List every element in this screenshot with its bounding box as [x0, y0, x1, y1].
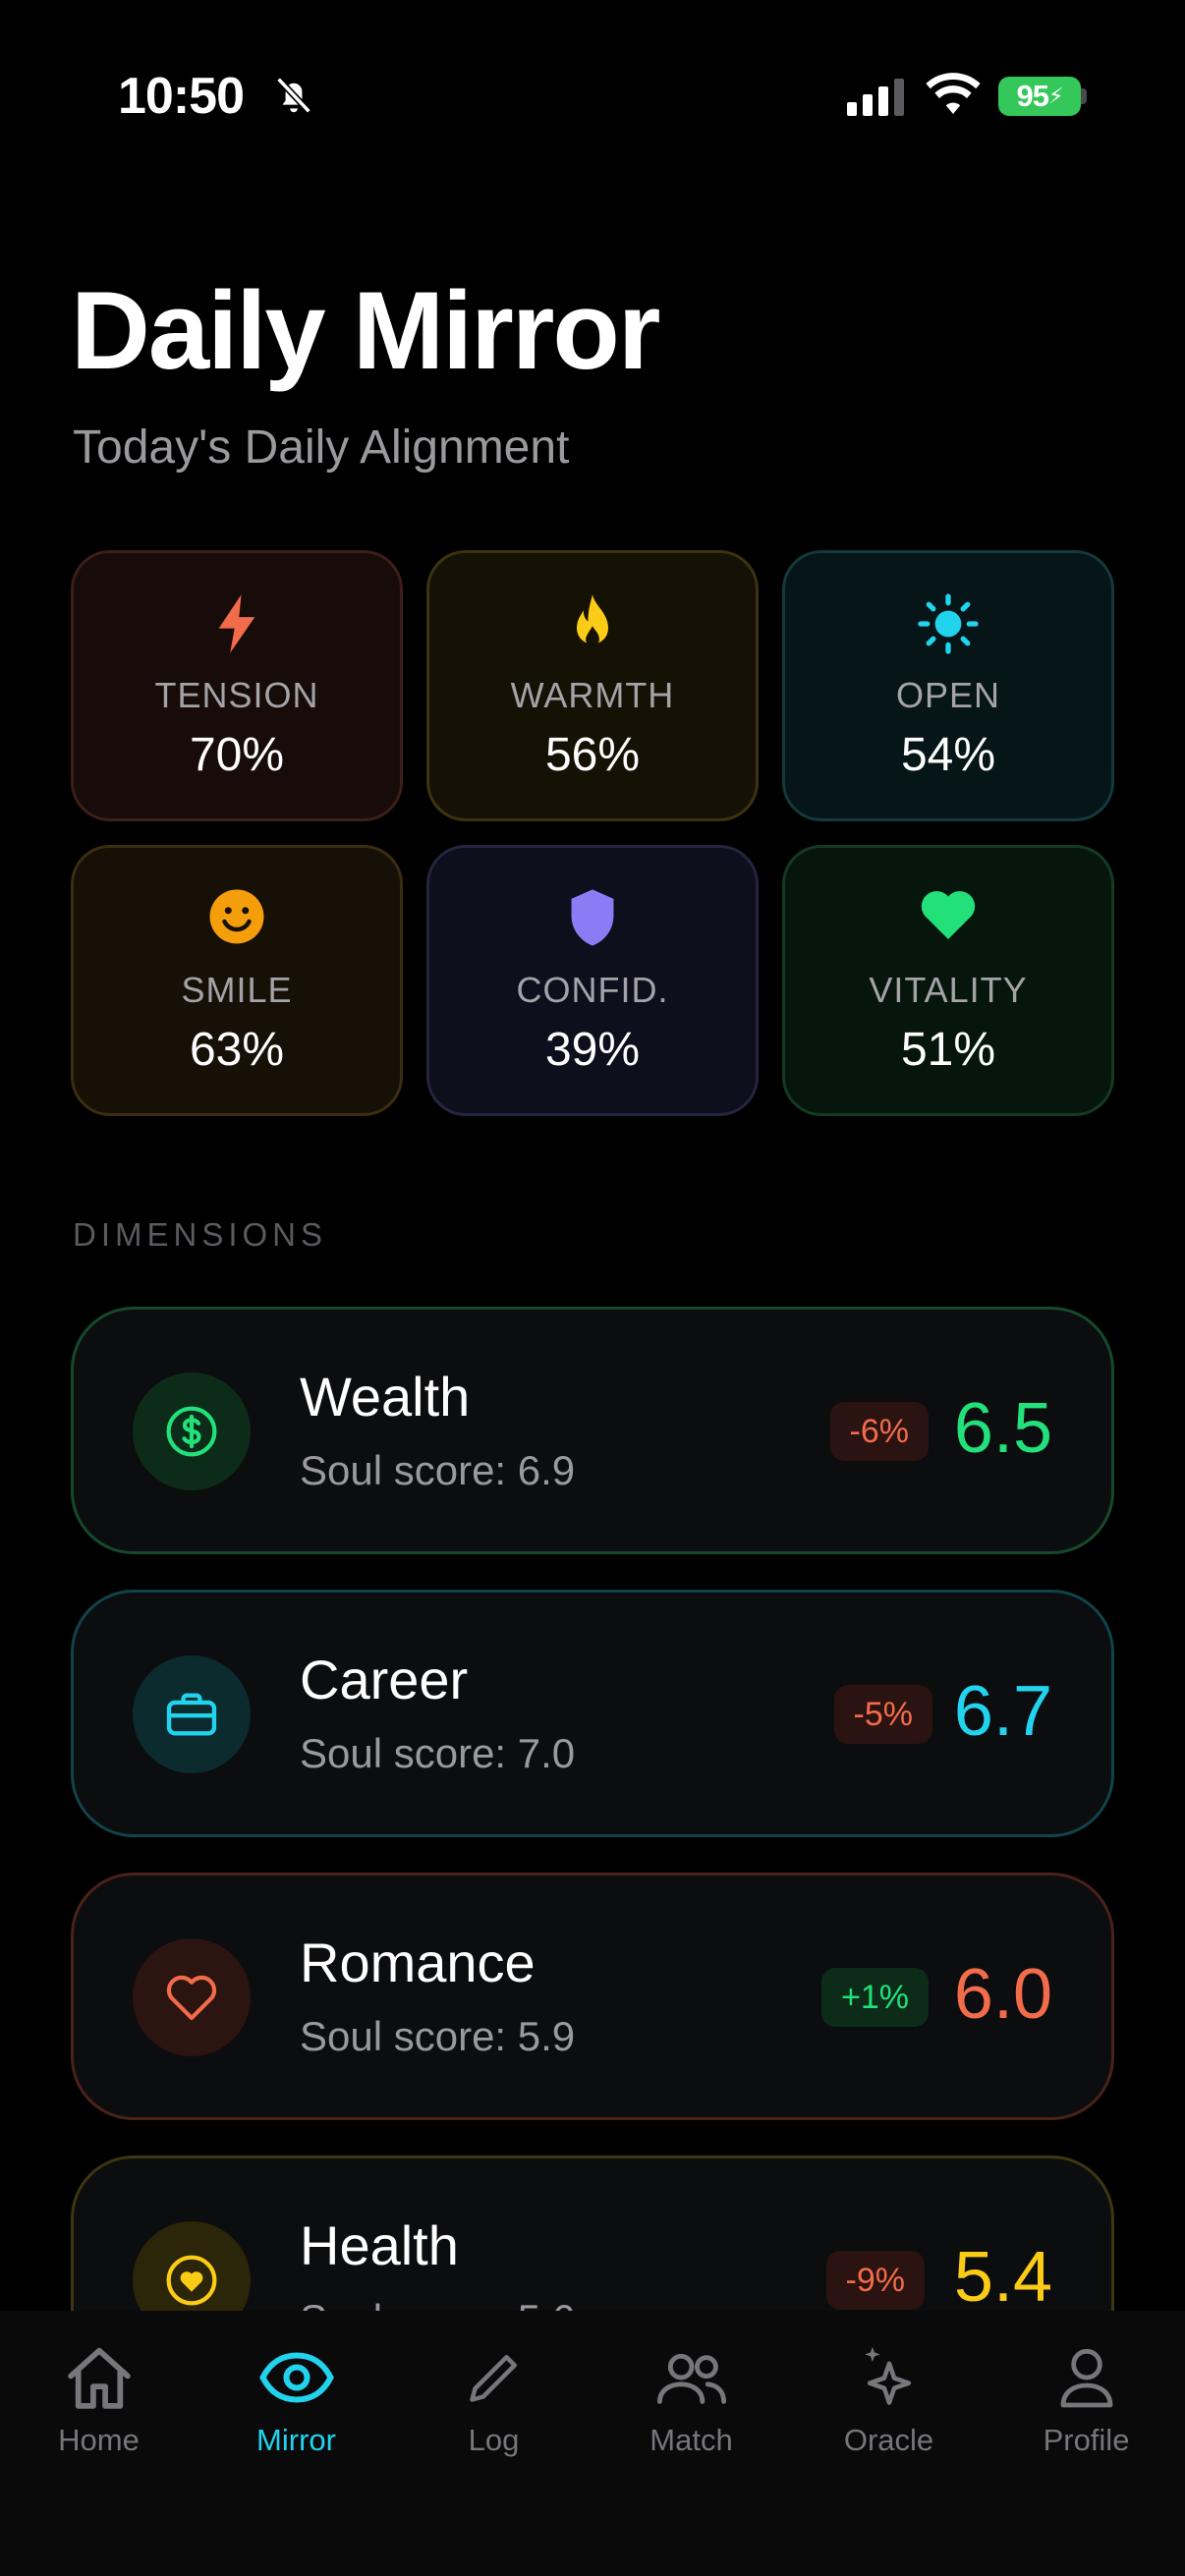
smiley-icon [209, 889, 264, 944]
person-icon [1060, 2348, 1112, 2408]
tab-log[interactable]: Log [395, 2338, 592, 2458]
tab-bar: Home Mirror Log Match Oracle Profile [0, 2311, 1185, 2576]
home-icon [67, 2347, 131, 2409]
heart-outline-icon [166, 1975, 217, 2021]
dimensions-list[interactable]: Wealth Soul score: 6.9 -6% 6.5 Career So… [0, 1297, 1185, 2311]
dimension-soul-score: Soul score: 5.9 [300, 2013, 576, 2059]
shield-icon [571, 889, 614, 946]
dimension-soul-score: Soul score: 7.0 [300, 1730, 576, 1776]
tab-label: Log [468, 2423, 520, 2457]
dimension-score: 5.4 [953, 2238, 1052, 2311]
status-time: 10:50 [118, 68, 245, 125]
briefcase-icon [166, 1693, 217, 1736]
metric-label: VITALITY [869, 970, 1028, 1010]
metric-confidence[interactable]: CONFID. 39% [426, 845, 759, 1116]
metric-smile[interactable]: SMILE 63% [71, 845, 403, 1116]
tab-profile[interactable]: Profile [988, 2338, 1185, 2458]
cellular-signal-icon [847, 79, 904, 116]
sparkle-icon [864, 2346, 911, 2405]
page-title: Daily Mirror [71, 269, 660, 392]
dollar-icon [166, 1406, 217, 1457]
sun-icon [918, 593, 979, 654]
tab-home[interactable]: Home [0, 2338, 198, 2458]
dimension-card-romance[interactable]: Romance Soul score: 5.9 +1% 6.0 [71, 1873, 1114, 2120]
charging-bolt-icon: ⚡ [1048, 84, 1063, 108]
metric-value: 39% [544, 1024, 641, 1076]
metric-label: SMILE [181, 970, 293, 1010]
dimension-score: 6.0 [953, 1955, 1052, 2034]
bell-muted-icon [276, 77, 311, 114]
battery-indicator: 95 ⚡ [998, 77, 1081, 116]
dimension-score: 6.7 [953, 1672, 1052, 1751]
metric-label: WARMTH [510, 675, 675, 715]
battery-cap [1081, 88, 1087, 104]
metric-value: 56% [544, 729, 641, 781]
page-subtitle: Today's Daily Alignment [73, 421, 570, 474]
tab-label: Home [58, 2423, 140, 2457]
metric-label: OPEN [895, 675, 1001, 715]
dimension-change-badge: -6% [829, 1402, 929, 1461]
metric-label: CONFID. [516, 970, 669, 1010]
tab-label: Mirror [256, 2423, 336, 2457]
users-icon [656, 2353, 726, 2404]
metric-value: 70% [189, 729, 285, 781]
flame-icon [577, 594, 608, 646]
metric-warmth[interactable]: WARMTH 56% [426, 550, 759, 821]
dimension-change-badge: -9% [825, 2251, 925, 2310]
dimension-name: Romance [300, 1932, 536, 1993]
dimension-card-wealth[interactable]: Wealth Soul score: 6.9 -6% 6.5 [71, 1307, 1114, 1554]
metric-open[interactable]: OPEN 54% [782, 550, 1114, 821]
metric-tension[interactable]: TENSION 70% [71, 550, 403, 821]
tab-mirror[interactable]: Mirror [198, 2338, 395, 2458]
metric-value: 63% [189, 1024, 285, 1076]
section-label-dimensions: DIMENSIONS [73, 1216, 328, 1253]
wifi-icon [926, 73, 981, 114]
dimension-card-health[interactable]: Health Soul score: 5.6 -9% 5.4 [71, 2156, 1114, 2311]
tab-oracle[interactable]: Oracle [790, 2338, 988, 2458]
metrics-grid: TENSION 70% WARMTH 56% OPEN 54% SMILE 63… [71, 550, 1114, 1118]
dimension-name: Career [300, 1649, 469, 1710]
status-bar: 10:50 95 ⚡ [0, 0, 1185, 187]
heart-icon [921, 891, 976, 939]
metric-vitality[interactable]: VITALITY 51% [782, 845, 1114, 1116]
pencil-icon [469, 2355, 517, 2402]
metric-value: 54% [900, 729, 996, 781]
dimension-soul-score: Soul score: 6.9 [300, 1447, 576, 1493]
dimension-score: 6.5 [953, 1389, 1052, 1468]
tab-label: Profile [1043, 2423, 1130, 2457]
dimension-card-career[interactable]: Career Soul score: 7.0 -5% 6.7 [71, 1590, 1114, 1837]
dimension-change-badge: +1% [821, 1968, 929, 2027]
dimension-change-badge: -5% [833, 1685, 932, 1744]
heart-badge-icon [166, 2255, 217, 2306]
dimension-name: Wealth [300, 1366, 471, 1428]
metric-value: 51% [900, 1024, 996, 1076]
metric-label: TENSION [154, 675, 319, 715]
tab-match[interactable]: Match [592, 2338, 790, 2458]
battery-level: 95 [1016, 79, 1049, 113]
tab-label: Match [649, 2423, 733, 2457]
dimension-name: Health [300, 2214, 459, 2276]
eye-icon [258, 2352, 334, 2403]
bolt-icon [218, 594, 255, 653]
tab-label: Oracle [843, 2423, 934, 2457]
dimension-soul-score: Soul score: 5.6 [300, 2296, 575, 2311]
